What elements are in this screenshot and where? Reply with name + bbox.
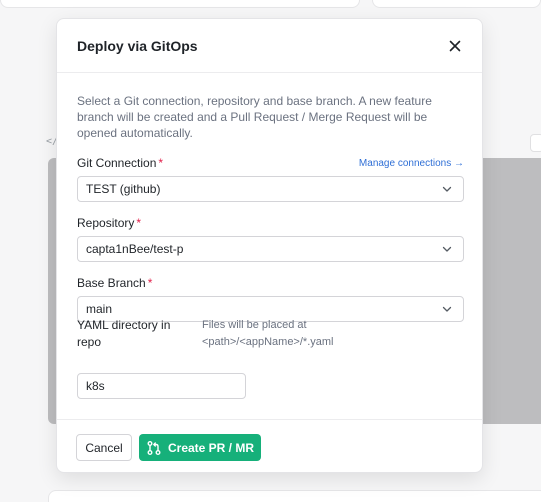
close-icon (449, 40, 461, 52)
git-connection-field: Git Connection * Manage connections → TES… (77, 155, 464, 202)
repository-select[interactable]: capta1nBee/test-p (77, 236, 464, 262)
chevron-down-icon (441, 243, 453, 255)
yaml-directory-label: YAML directory in repo (77, 318, 171, 349)
manage-connections-link[interactable]: Manage connections → (359, 158, 464, 169)
base-branch-label: Base Branch * (77, 276, 153, 290)
yaml-directory-input[interactable] (77, 373, 246, 399)
git-pull-request-icon (147, 440, 161, 455)
background-badge (530, 134, 541, 152)
chevron-down-icon (441, 303, 453, 315)
base-branch-field: Base Branch * main (77, 275, 464, 322)
cancel-button[interactable]: Cancel (76, 434, 132, 461)
create-pr-label: Create PR / MR (167, 440, 255, 455)
yaml-directory-hint: Files will be placed at <path>/<appName>… (202, 319, 334, 348)
git-connection-value: TEST (github) (86, 182, 161, 196)
dialog-header: Deploy via GitOps (57, 19, 482, 73)
dialog-footer: Cancel Create PR / MR (57, 419, 482, 474)
dialog-title: Deploy via GitOps (77, 38, 198, 54)
git-connection-select[interactable]: TEST (github) (77, 176, 464, 202)
repository-label: Repository * (77, 216, 142, 230)
base-branch-value: main (86, 302, 113, 316)
close-button[interactable] (444, 35, 466, 57)
deploy-gitops-dialog: Deploy via GitOps Select a Git connectio… (56, 18, 483, 473)
background-card (372, 0, 541, 8)
git-connection-label: Git Connection * (77, 156, 164, 170)
required-mark: * (136, 216, 142, 230)
background-panel (478, 158, 541, 424)
dialog-body: Select a Git connection, repository and … (57, 73, 482, 141)
background-card (0, 0, 360, 8)
chevron-down-icon (441, 183, 453, 195)
required-mark: * (158, 156, 164, 170)
repository-value: capta1nBee/test-p (86, 242, 184, 256)
background-card (48, 490, 541, 502)
create-pr-button[interactable]: Create PR / MR (139, 434, 261, 461)
required-mark: * (147, 276, 153, 290)
repository-field: Repository * capta1nBee/test-p (77, 215, 464, 262)
dialog-description: Select a Git connection, repository and … (77, 94, 432, 140)
